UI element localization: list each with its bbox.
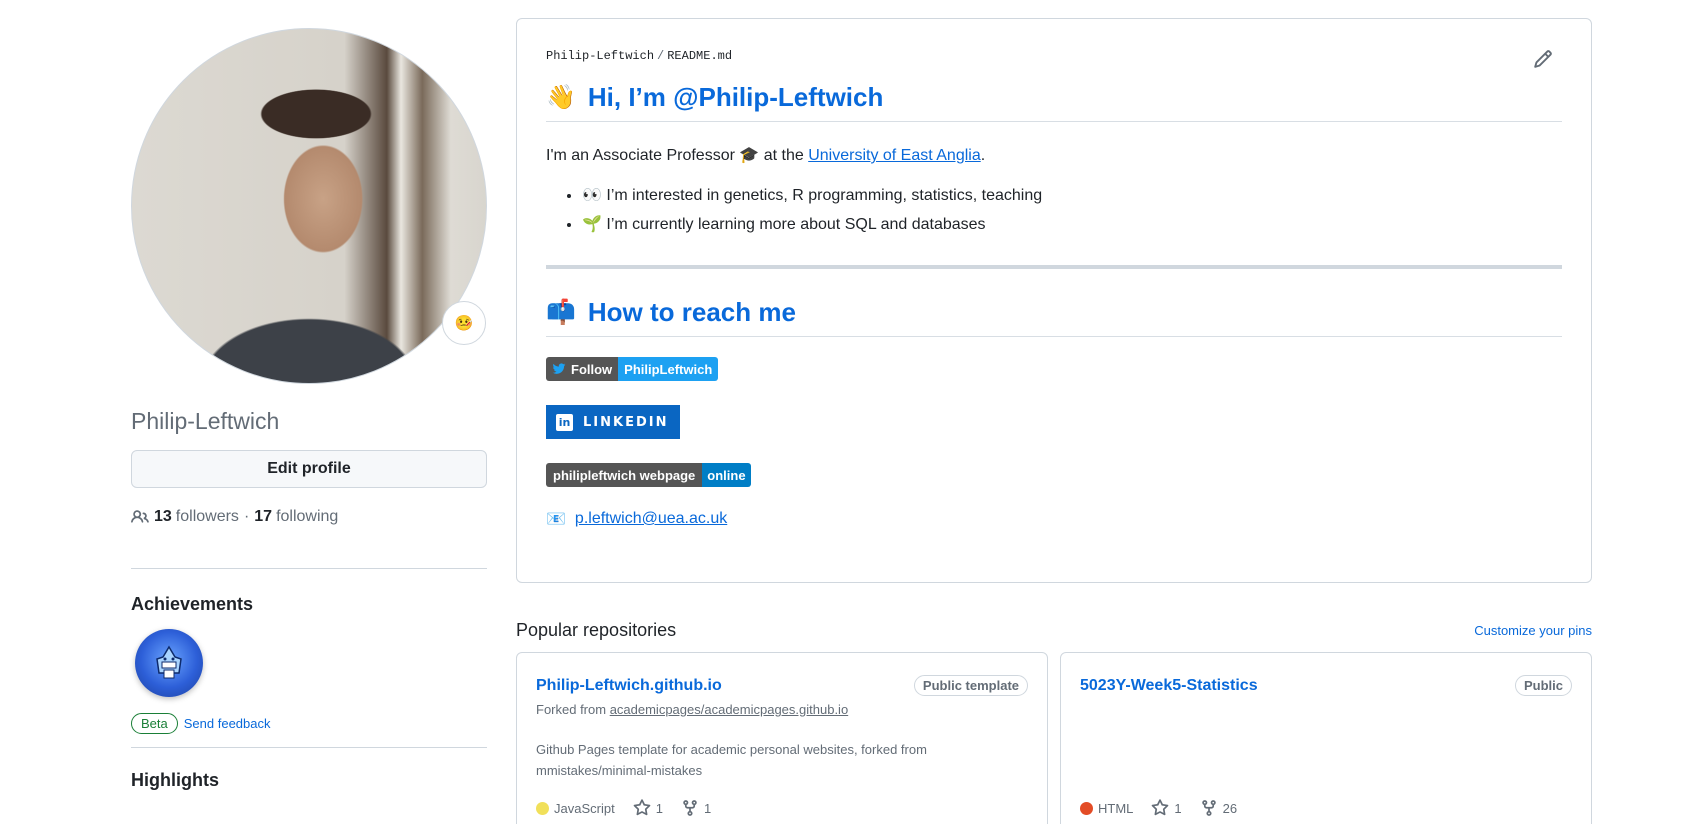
webpage-badge[interactable]: philipleftwich webpage online xyxy=(546,463,1562,487)
people-icon xyxy=(131,510,149,523)
star-count: 1 xyxy=(655,800,663,816)
following-label: following xyxy=(276,508,339,525)
twitter-badge[interactable]: Follow PhilipLeftwich xyxy=(546,357,1562,381)
edit-profile-button[interactable]: Edit profile xyxy=(131,450,487,488)
twitter-handle: PhilipLeftwich xyxy=(618,357,719,381)
email-row: 📧 p.leftwich@uea.ac.uk xyxy=(546,509,1562,529)
language-color-dot xyxy=(536,801,549,815)
pencil-icon[interactable] xyxy=(1533,49,1553,69)
follow-stats: 13 followers · 17 following xyxy=(131,508,487,526)
profile-sidebar: 🤒 Philip-Leftwich Edit profile 13 follow… xyxy=(131,28,487,791)
popular-repos-title: Popular repositories xyxy=(516,620,677,640)
followers-link[interactable]: 13 followers xyxy=(154,508,239,526)
language-name: HTML xyxy=(1098,800,1134,816)
fork-icon xyxy=(1201,800,1216,816)
repo-name-link[interactable]: Philip-Leftwich.github.io xyxy=(536,677,722,695)
following-link[interactable]: 17 following xyxy=(254,508,338,526)
reach-heading: 📫 How to reach me xyxy=(546,297,1562,337)
fork-icon xyxy=(683,800,697,816)
repo-stars-link[interactable]: 1 xyxy=(1151,799,1182,817)
intro-paragraph: I'm an Associate Professor 🎓 at the Univ… xyxy=(546,144,1562,168)
greeting-text: Hi, I’m @Philip-Leftwich xyxy=(587,82,884,112)
email-icon: 📧 xyxy=(546,511,566,528)
repo-name-link[interactable]: 5023Y-Week5-Statistics xyxy=(1080,677,1258,695)
twitter-icon xyxy=(552,363,566,374)
star-count: 1 xyxy=(1174,800,1182,816)
avatar[interactable] xyxy=(131,28,487,384)
customize-pins-link[interactable]: Customize your pins xyxy=(1474,623,1592,638)
linkedin-icon: in xyxy=(556,413,573,431)
mailbox-icon: 📫 xyxy=(546,299,576,326)
wave-icon: 👋 xyxy=(546,84,576,111)
status-button[interactable]: 🤒 xyxy=(442,301,486,345)
repo-stars-link[interactable]: 1 xyxy=(633,799,663,817)
intro-end: . xyxy=(980,147,986,164)
following-count: 17 xyxy=(254,508,273,525)
divider xyxy=(131,568,487,569)
highlights-title: Highlights xyxy=(131,770,219,790)
popular-repos-header: Popular repositories Customize your pins xyxy=(516,620,1592,641)
linkedin-badge[interactable]: in LINKEDIN xyxy=(546,405,680,439)
visibility-badge: Public template xyxy=(913,675,1028,696)
list-item: 👀 I’m interested in genetics, R programm… xyxy=(582,184,1562,208)
shark-icon xyxy=(156,645,182,679)
repo-meta: HTML 1 26 xyxy=(1080,799,1237,817)
divider xyxy=(131,747,487,748)
repo-card: Philip-Leftwich.github.io Public templat… xyxy=(516,652,1048,824)
achievement-badge-icon[interactable] xyxy=(135,629,203,697)
readme-card: Philip-Leftwich / README.md 👋 Hi, I’m @Phi… xyxy=(516,18,1592,583)
horizontal-rule xyxy=(546,265,1562,269)
repo-forks-link[interactable]: 1 xyxy=(681,799,711,817)
webpage-badge-left: philipleftwich webpage xyxy=(546,463,703,487)
visibility-badge: Public xyxy=(1514,675,1572,696)
repo-meta: JavaScript 1 1 xyxy=(536,799,711,817)
intro-text: I'm an Associate Professor 🎓 at the xyxy=(546,147,809,164)
twitter-badge-left: Follow xyxy=(546,357,619,381)
reach-title: How to reach me xyxy=(587,297,796,327)
twitter-follow-label: Follow xyxy=(571,361,613,377)
linkedin-label: LINKEDIN xyxy=(583,414,669,430)
repo-language: JavaScript xyxy=(536,801,615,816)
webpage-badge-status: online xyxy=(702,463,751,487)
followers-label: followers xyxy=(175,508,239,525)
readme-greeting-heading: 👋 Hi, I’m @Philip-Leftwich xyxy=(546,82,1562,122)
path-slash: / xyxy=(657,49,665,63)
send-feedback-link[interactable]: Send feedback xyxy=(184,716,271,731)
university-link[interactable]: University of East Anglia xyxy=(808,147,981,164)
followers-count: 13 xyxy=(154,508,172,525)
list-item: 🌱 I’m currently learning more about SQL … xyxy=(582,213,1562,237)
repo-card: 5023Y-Week5-Statistics Public HTML 1 26 xyxy=(1060,652,1592,824)
avatar-container: 🤒 xyxy=(131,28,487,384)
forked-from: Forked from academicpages/academicpages.… xyxy=(536,702,1028,717)
repo-language: HTML xyxy=(1080,801,1133,816)
fork-count: 26 xyxy=(1222,800,1238,816)
email-link[interactable]: p.leftwich@uea.ac.uk xyxy=(575,510,727,528)
readme-owner-link[interactable]: Philip-Leftwich xyxy=(546,49,654,63)
follow-separator: · xyxy=(243,508,250,525)
repo-description: Github Pages template for academic perso… xyxy=(536,742,927,778)
status-emoji: 🤒 xyxy=(454,315,474,332)
language-color-dot xyxy=(1080,801,1093,815)
readme-filename: README.md xyxy=(667,49,733,63)
repo-forks-link[interactable]: 26 xyxy=(1200,799,1237,817)
beta-badge: Beta xyxy=(131,713,178,734)
achievements-title: Achievements xyxy=(131,594,254,614)
beta-row: Beta Send feedback xyxy=(131,713,487,734)
readme-path: Philip-Leftwich / README.md xyxy=(546,49,1562,63)
star-icon xyxy=(633,799,651,816)
language-name: JavaScript xyxy=(554,800,615,816)
fork-count: 1 xyxy=(703,800,712,816)
star-icon xyxy=(1152,799,1169,816)
interests-list: 👀 I’m interested in genetics, R programm… xyxy=(546,184,1562,237)
profile-username: Philip-Leftwich xyxy=(131,408,280,434)
forked-from-link[interactable]: academicpages/academicpages.github.io xyxy=(610,702,849,717)
forked-prefix: Forked from xyxy=(536,702,610,717)
